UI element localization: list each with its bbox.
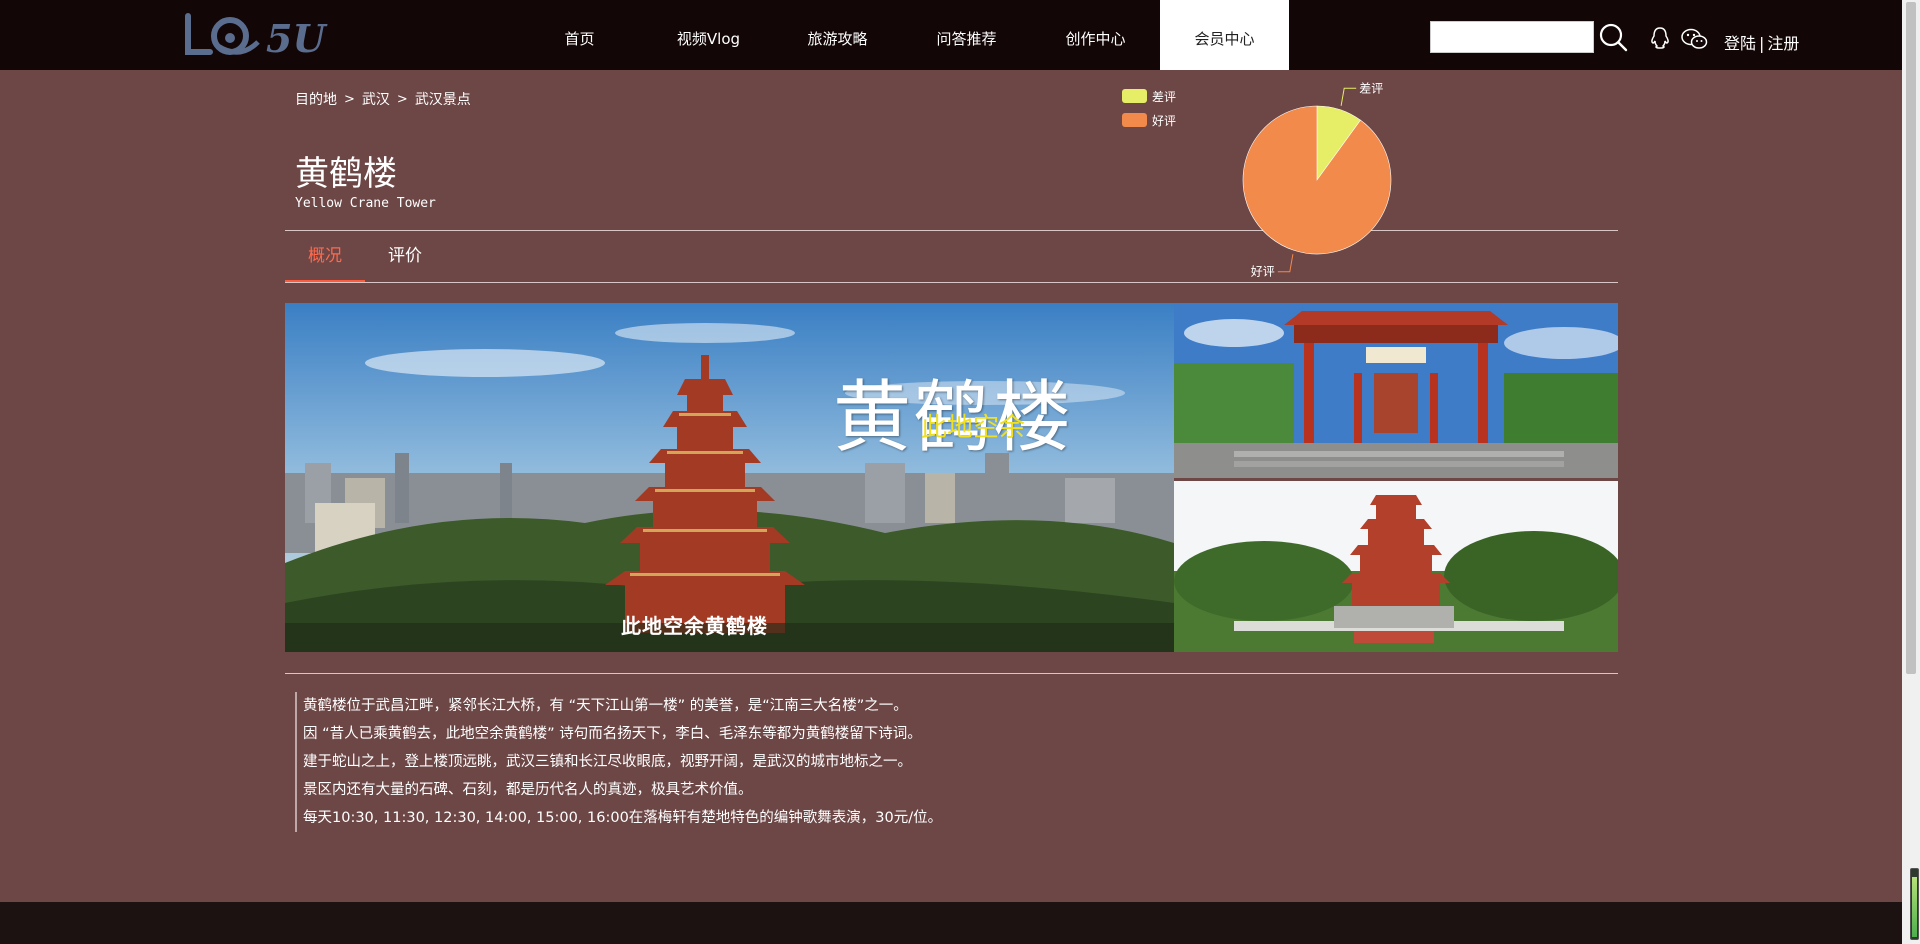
gate-photo [1174,303,1618,478]
auth-separator: | [1759,34,1765,53]
review-pie-chart: 差评好评 [1242,81,1392,279]
legend-label: 差评 [1152,89,1177,104]
nav-travel-guide[interactable]: 旅游攻略 [773,0,902,70]
top-header: 5U 首页 视频Vlog 旅游攻略 问答推荐 创作中心 会员中心 登陆 | 注册 [0,0,1902,70]
footer [0,902,1902,944]
description-line: 黄鹤楼位于武昌江畔，紧邻长江大桥，有 “天下江山第一楼” 的美誉，是“江南三大名… [295,692,942,720]
gallery-overlay-subtitle: 此地空余 [921,413,1026,443]
description-line: 因 “昔人已乘黄鹤去，此地空余黄鹤楼” 诗句而名扬天下，李白、毛泽东等都为黄鹤楼… [295,720,942,748]
description-line: 每天10:30, 11:30, 12:30, 14:00, 15:00, 16:… [295,804,942,832]
breadcrumb-destination[interactable]: 目的地 [295,89,337,109]
breadcrumb: 目的地 > 武汉 > 武汉景点 [295,89,471,109]
page-title: 黄鹤楼 [295,154,397,194]
description-line: 建于蛇山之上，登上楼顶远眺，武汉三镇和长江尽收眼底，视野开阔，是武汉的城市地标之… [295,748,942,776]
qq-icon[interactable] [1648,26,1672,50]
divider [285,282,1618,283]
nav-creator-center[interactable]: 创作中心 [1031,0,1160,70]
nav-home[interactable]: 首页 [515,0,644,70]
logo-text: 5U [266,16,328,61]
scrollbar-thumb[interactable] [1906,2,1916,674]
legend-swatch [1122,89,1147,103]
auth-links: 登陆 | 注册 [1724,30,1799,54]
site-logo[interactable]: 5U [180,8,335,62]
chevron-right-icon: > [344,91,355,107]
tab-bar: 概况 评价 [285,232,445,282]
nav-video-vlog[interactable]: 视频Vlog [644,0,773,70]
gallery-thumb-tower[interactable] [1174,481,1618,652]
description-line: 景区内还有大量的石碑、石刻，都是历代名人的真迹，极具艺术价值。 [295,776,942,804]
search-input[interactable] [1430,21,1594,53]
tab-overview[interactable]: 概况 [285,232,365,282]
pie-label-leader [1277,254,1294,273]
breadcrumb-wuhan-attractions[interactable]: 武汉景点 [415,89,471,109]
login-link[interactable]: 登陆 [1724,34,1756,53]
nav-qa[interactable]: 问答推荐 [902,0,1031,70]
chart-legend: 差评 好评 [1122,84,1176,132]
tab-reviews[interactable]: 评价 [365,232,445,282]
gallery-main-image[interactable]: 黄鹤楼 此地空余 此地空余黄鹤楼 [285,303,1174,652]
chevron-right-icon: > [396,91,408,107]
legend-label: 好评 [1152,113,1177,128]
legend-item-good[interactable]: 好评 [1122,108,1176,132]
gallery-caption: 此地空余黄鹤楼 [621,614,768,638]
legend-swatch [1122,113,1147,127]
search-icon[interactable] [1598,22,1628,52]
tower-garden-photo [1174,481,1618,652]
main-nav: 首页 视频Vlog 旅游攻略 问答推荐 创作中心 会员中心 [515,0,1289,70]
pie-slice-1[interactable] [1242,105,1392,255]
gallery-thumb-gate[interactable] [1174,303,1618,478]
page-subtitle-en: Yellow Crane Tower [295,196,436,211]
divider [285,673,1618,674]
breadcrumb-wuhan[interactable]: 武汉 [362,89,390,109]
wechat-icon[interactable] [1680,27,1708,51]
register-link[interactable]: 注册 [1767,34,1799,53]
pie-label: 差评 [1359,81,1383,95]
legend-item-bad[interactable]: 差评 [1122,84,1176,108]
vertical-scrollbar[interactable] [1902,0,1920,944]
pie-label: 好评 [1251,265,1275,279]
description-list: 黄鹤楼位于武昌江畔，紧邻长江大桥，有 “天下江山第一楼” 的美誉，是“江南三大名… [295,692,942,832]
volume-meter-icon [1910,868,1919,940]
pie-label-leader [1340,87,1357,106]
nav-member-center[interactable]: 会员中心 [1160,0,1289,70]
